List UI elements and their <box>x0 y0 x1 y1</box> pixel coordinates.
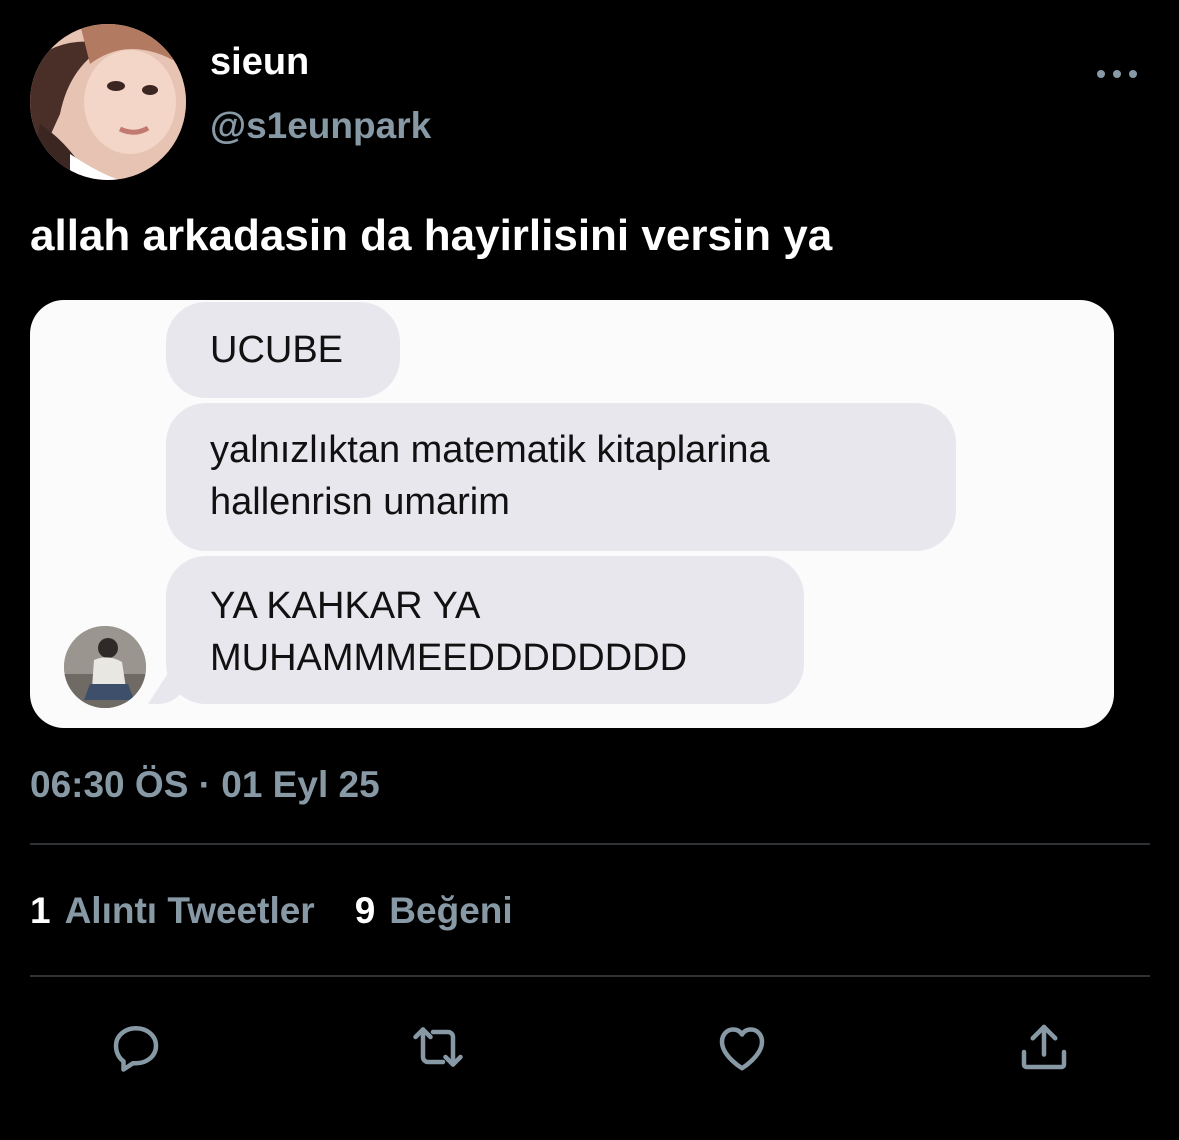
display-name[interactable]: sieun <box>210 40 309 84</box>
dot <box>1113 70 1121 78</box>
quote-tweets-label: Alıntı Tweetler <box>64 890 315 931</box>
likes-count: 9 <box>354 890 376 931</box>
chat-bubble: UCUBE <box>166 302 400 398</box>
tweet-stats: 1 Alıntı Tweetler 9 Beğeni <box>30 888 513 934</box>
dot <box>1097 70 1105 78</box>
tweet-detail: sieun @s1eunpark allah arkadasin da hayi… <box>0 0 1179 1140</box>
like-icon[interactable] <box>710 1015 774 1079</box>
quote-tweets-count: 1 <box>30 890 51 931</box>
likes-label: Beğeni <box>389 890 513 931</box>
chat-line: YA KAHKAR YA <box>210 585 481 627</box>
chat-sender-avatar <box>64 626 146 708</box>
chat-line: yalnızlıktan matematik kitaplarina <box>210 429 770 471</box>
chat-line: UCUBE <box>210 329 344 371</box>
chat-bubble: YA KAHKAR YA MUHAMMMEEDDDDDDDD <box>166 556 804 704</box>
divider <box>30 843 1150 845</box>
avatar-photo <box>30 24 186 180</box>
share-icon[interactable] <box>1012 1015 1076 1079</box>
likes-stat[interactable]: 9 Beğeni <box>355 888 513 934</box>
tweet-timestamp[interactable]: 06:30 ÖS · 01 Eyl 25 <box>30 762 380 808</box>
tweet-actions-bar <box>0 1015 1179 1085</box>
chat-bubble: yalnızlıktan matematik kitaplarina halle… <box>166 403 956 551</box>
chat-avatar-photo <box>64 626 146 708</box>
quote-tweets-stat[interactable]: 1 Alıntı Tweetler <box>30 888 315 934</box>
retweet-icon[interactable] <box>406 1015 470 1079</box>
divider <box>30 975 1150 977</box>
more-options-icon[interactable] <box>1097 62 1137 86</box>
reply-icon[interactable] <box>104 1015 168 1079</box>
chat-line: hallenrisn umarim <box>210 481 510 523</box>
tweet-media-image[interactable]: UCUBE yalnızlıktan matematik kitaplarina… <box>30 300 1114 728</box>
chat-line: MUHAMMMEEDDDDDDDD <box>210 637 688 679</box>
profile-avatar[interactable] <box>30 24 186 180</box>
tweet-text: allah arkadasin da hayirlisini versin ya <box>30 211 833 260</box>
dot <box>1129 70 1137 78</box>
user-handle[interactable]: @s1eunpark <box>210 104 431 148</box>
